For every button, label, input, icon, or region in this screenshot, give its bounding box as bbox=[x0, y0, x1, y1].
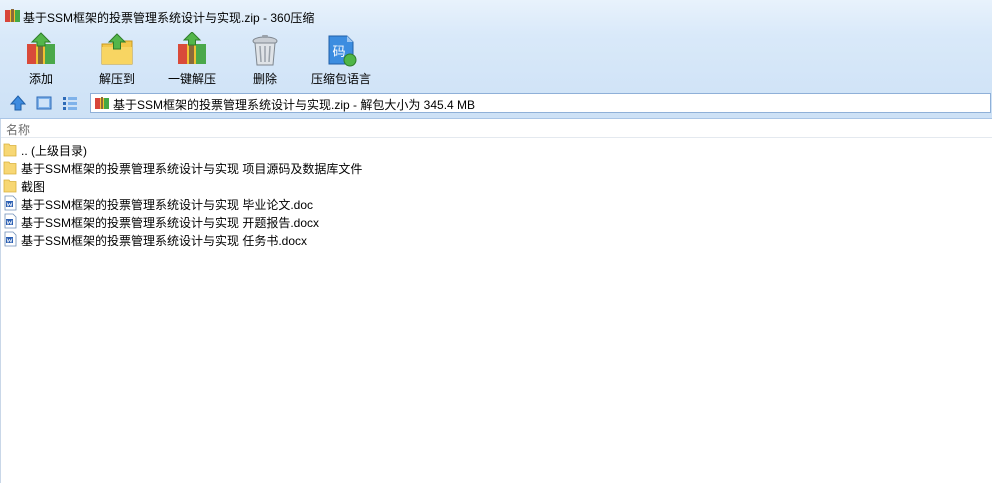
add-button-label: 添加 bbox=[28, 72, 53, 86]
archive-icon bbox=[95, 97, 109, 109]
thumbnail-view-icon[interactable] bbox=[35, 94, 53, 112]
name-column-header[interactable]: 名称 bbox=[0, 119, 992, 138]
list-item-parent-dir[interactable]: .. (上级目录) bbox=[0, 140, 600, 158]
encoding-icon-text: 码 bbox=[332, 45, 345, 60]
toolbar: 添加 解压到 一键解压 删除 码 压缩包语言 bbox=[0, 30, 992, 88]
window-title: 基于SSM框架的投票管理系统设计与实现.zip - 360压缩 bbox=[23, 11, 315, 25]
folder-icon bbox=[3, 179, 17, 193]
word-document-icon bbox=[4, 213, 17, 229]
list-item-file[interactable]: 基于SSM框架的投票管理系统设计与实现 开题报告.docx bbox=[0, 212, 600, 230]
one-click-extract-button-label: 一键解压 bbox=[167, 72, 216, 86]
trash-icon bbox=[252, 35, 278, 66]
extract-to-icon bbox=[101, 33, 133, 65]
extract-to-button[interactable]: 解压到 bbox=[90, 30, 144, 88]
top-chrome: 基于SSM框架的投票管理系统设计与实现.zip - 360压缩 添加 解压到 一… bbox=[0, 0, 992, 119]
delete-button-label: 删除 bbox=[252, 72, 277, 86]
list-item-folder[interactable]: 基于SSM框架的投票管理系统设计与实现 项目源码及数据库文件 bbox=[0, 158, 600, 176]
list-item-file[interactable]: 基于SSM框架的投票管理系统设计与实现 任务书.docx bbox=[0, 230, 600, 248]
delete-button[interactable]: 删除 bbox=[240, 30, 290, 88]
list-item-name: 基于SSM框架的投票管理系统设计与实现 项目源码及数据库文件 bbox=[21, 162, 363, 176]
add-archive-icon bbox=[27, 32, 55, 64]
list-item-name: 基于SSM框架的投票管理系统设计与实现 任务书.docx bbox=[21, 234, 308, 248]
one-click-extract-icon bbox=[178, 32, 206, 64]
name-column-label: 名称 bbox=[6, 123, 31, 137]
path-text: 基于SSM框架的投票管理系统设计与实现.zip - 解包大小为 345.4 MB bbox=[113, 98, 476, 112]
archive-icon bbox=[5, 9, 20, 22]
list-view-icon[interactable] bbox=[61, 94, 79, 112]
title-bar: 基于SSM框架的投票管理系统设计与实现.zip - 360压缩 bbox=[0, 0, 992, 30]
list-item-folder[interactable]: 截图 bbox=[0, 176, 600, 194]
archive-encoding-button[interactable]: 码 压缩包语言 bbox=[306, 30, 376, 88]
list-item-file[interactable]: 基于SSM框架的投票管理系统设计与实现 毕业论文.doc bbox=[0, 194, 600, 212]
word-document-icon bbox=[4, 195, 17, 211]
nav-bar: 基于SSM框架的投票管理系统设计与实现.zip - 解包大小为 345.4 MB bbox=[0, 91, 992, 116]
list-item-name: 基于SSM框架的投票管理系统设计与实现 开题报告.docx bbox=[21, 216, 320, 230]
add-button[interactable]: 添加 bbox=[14, 30, 68, 88]
word-document-icon bbox=[4, 231, 17, 247]
extract-to-button-label: 解压到 bbox=[98, 72, 135, 86]
encoding-icon: 码 bbox=[328, 35, 357, 67]
archive-encoding-button-label: 压缩包语言 bbox=[310, 72, 371, 86]
up-arrow-icon[interactable] bbox=[9, 94, 27, 112]
folder-icon bbox=[3, 143, 17, 157]
list-item-name: .. (上级目录) bbox=[21, 144, 87, 158]
path-bar[interactable]: 基于SSM框架的投票管理系统设计与实现.zip - 解包大小为 345.4 MB bbox=[90, 93, 991, 113]
list-item-name: 基于SSM框架的投票管理系统设计与实现 毕业论文.doc bbox=[21, 198, 314, 212]
folder-icon bbox=[3, 161, 17, 175]
list-item-name: 截图 bbox=[21, 180, 46, 194]
one-click-extract-button[interactable]: 一键解压 bbox=[162, 30, 222, 88]
